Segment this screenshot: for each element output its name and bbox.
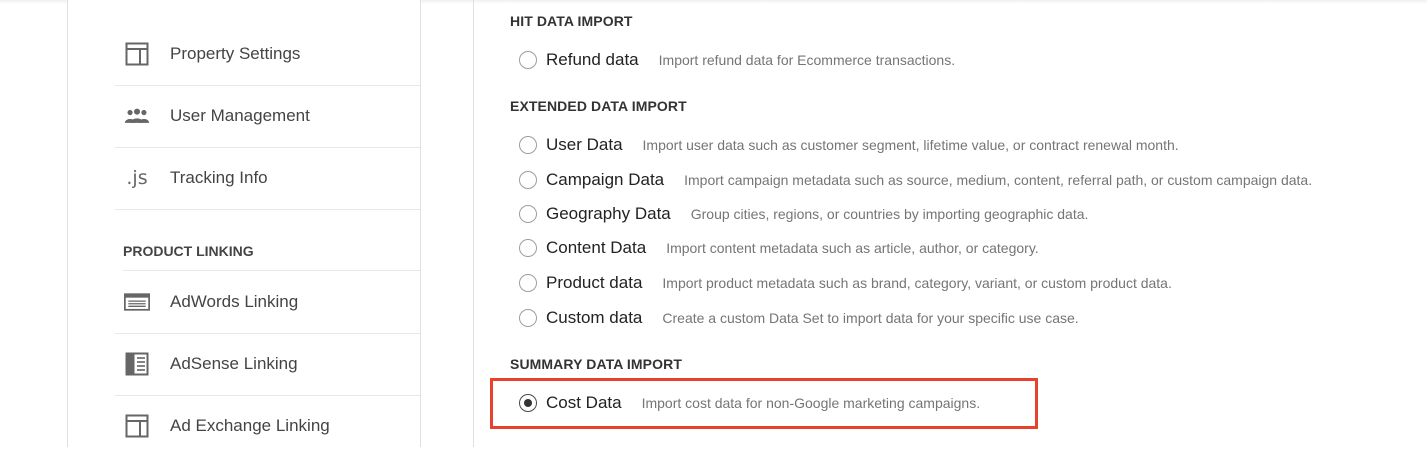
- option-description: Import refund data for Ecommerce transac…: [658, 52, 956, 68]
- sidebar-item-adsense-linking[interactable]: AdSense Linking: [115, 333, 420, 396]
- sidebar-item-label: AdWords Linking: [170, 292, 299, 311]
- sidebar-item-label: User Management: [170, 106, 310, 125]
- sidebar-item-user-management[interactable]: User Management: [115, 85, 420, 148]
- sidebar-item-label: Tracking Info: [170, 168, 268, 187]
- admin-sidebar: Property Settings User Management .js Tr…: [67, 0, 421, 447]
- product-data-radio[interactable]: [519, 274, 537, 292]
- user-data-radio[interactable]: [519, 136, 537, 154]
- adwords-icon: [124, 289, 150, 315]
- option-product-data[interactable]: Product data Import product metadata suc…: [519, 271, 1172, 295]
- geography-data-radio[interactable]: [519, 205, 537, 223]
- data-import-types: HIT DATA IMPORT Refund data Import refun…: [510, 0, 1410, 447]
- option-label: Custom data: [546, 308, 643, 327]
- custom-data-radio[interactable]: [519, 309, 537, 327]
- sidebar-item-tracking-info[interactable]: .js Tracking Info: [115, 147, 420, 210]
- option-description: Import user data such as customer segmen…: [642, 137, 1179, 153]
- property-settings-icon: [124, 41, 150, 67]
- sidebar-item-ad-exchange-linking[interactable]: Ad Exchange Linking: [115, 395, 420, 457]
- option-user-data[interactable]: User Data Import user data such as custo…: [519, 133, 1179, 157]
- option-label: Content Data: [546, 238, 647, 257]
- option-custom-data[interactable]: Custom data Create a custom Data Set to …: [519, 306, 1079, 330]
- option-description: Import cost data for non-Google marketin…: [641, 395, 981, 411]
- summary-data-import-title: SUMMARY DATA IMPORT: [510, 356, 682, 372]
- users-icon: [124, 103, 150, 129]
- option-label: Refund data: [546, 50, 639, 69]
- sidebar-item-property-settings[interactable]: Property Settings: [115, 23, 420, 86]
- sidebar-item-label: Ad Exchange Linking: [170, 416, 330, 435]
- option-label: Cost Data: [546, 393, 622, 412]
- cost-data-radio[interactable]: [519, 394, 537, 412]
- radio-selected-dot: [524, 399, 532, 407]
- option-description: Import product metadata such as brand, c…: [662, 275, 1172, 291]
- option-campaign-data[interactable]: Campaign Data Import campaign metadata s…: [519, 168, 1312, 192]
- option-label: Campaign Data: [546, 170, 665, 189]
- option-geography-data[interactable]: Geography Data Group cities, regions, or…: [519, 202, 1088, 226]
- sidebar-item-label: AdSense Linking: [170, 354, 298, 373]
- refund-data-radio[interactable]: [519, 51, 537, 69]
- option-description: Create a custom Data Set to import data …: [662, 310, 1079, 326]
- option-description: Import content metadata such as article,…: [666, 240, 1039, 256]
- ad-exchange-icon: [124, 413, 150, 439]
- option-label: User Data: [546, 135, 623, 154]
- hit-data-import-title: HIT DATA IMPORT: [510, 13, 633, 29]
- option-label: Geography Data: [546, 204, 671, 223]
- content-divider: [473, 0, 474, 447]
- option-cost-data[interactable]: Cost Data Import cost data for non-Googl…: [519, 391, 980, 415]
- extended-data-import-title: EXTENDED DATA IMPORT: [510, 98, 687, 114]
- option-content-data[interactable]: Content Data Import content metadata suc…: [519, 236, 1039, 260]
- option-label: Product data: [546, 273, 643, 292]
- js-icon: .js: [126, 167, 148, 189]
- content-data-radio[interactable]: [519, 239, 537, 257]
- option-description: Import campaign metadata such as source,…: [684, 172, 1313, 188]
- sidebar-item-label: Property Settings: [170, 44, 301, 63]
- option-description: Group cities, regions, or countries by i…: [690, 206, 1089, 222]
- sidebar-item-adwords-linking[interactable]: AdWords Linking: [115, 271, 420, 334]
- adsense-icon: [124, 351, 150, 377]
- option-refund-data[interactable]: Refund data Import refund data for Ecomm…: [519, 48, 955, 72]
- product-linking-header: PRODUCT LINKING: [123, 232, 420, 271]
- campaign-data-radio[interactable]: [519, 171, 537, 189]
